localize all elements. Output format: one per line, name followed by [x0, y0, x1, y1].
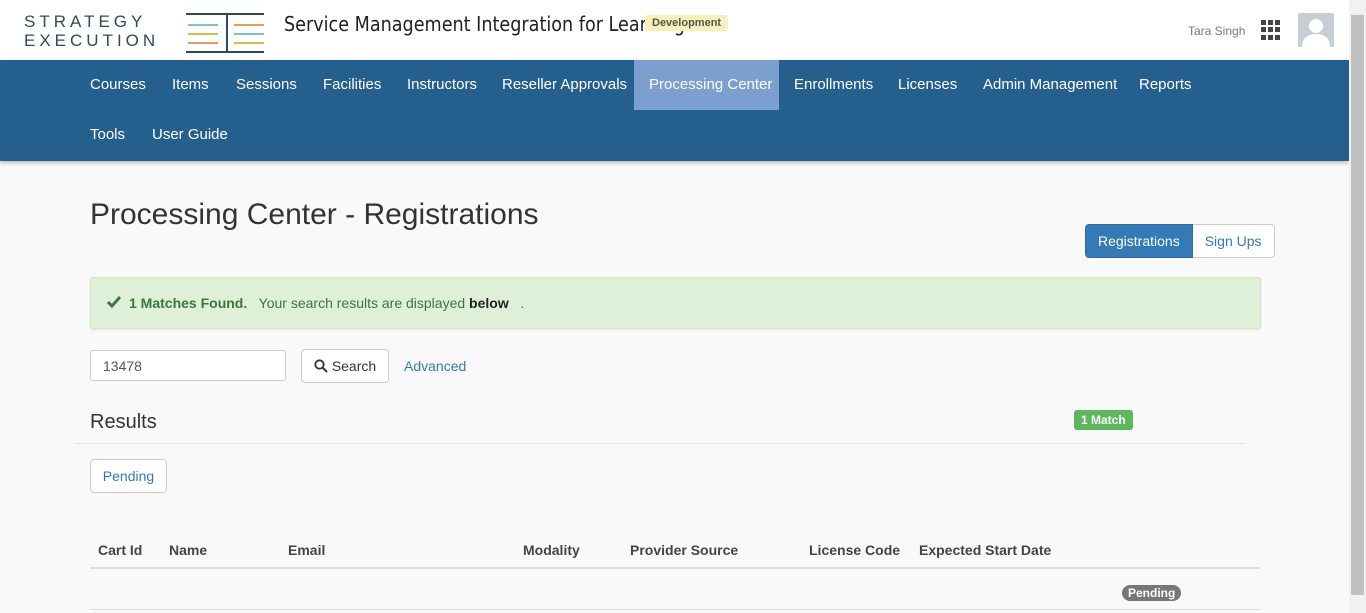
nav-admin-management[interactable]: Admin Management — [968, 60, 1132, 110]
nav-tools[interactable]: Tools — [75, 110, 140, 160]
logo-line-1: STRATEGY — [24, 12, 147, 31]
user-silhouette-icon — [1302, 19, 1330, 47]
checkmark-icon — [106, 295, 122, 311]
nav-courses[interactable]: Courses — [75, 60, 161, 110]
status-badge: Pending — [1122, 585, 1182, 601]
column-header-expected-start-date[interactable]: Expected Start Date — [919, 542, 1051, 558]
nav-reseller-approvals[interactable]: Reseller Approvals — [487, 60, 642, 110]
alert-suffix: . — [520, 295, 525, 311]
avatar[interactable] — [1298, 13, 1334, 47]
table-header-border — [90, 567, 1260, 569]
nav-processing-center[interactable]: Processing Center — [634, 60, 779, 110]
top-header: STRATEGY EXECUTION Service Management In… — [0, 0, 1349, 60]
table-row-border — [90, 609, 1260, 610]
search-button[interactable]: Search — [301, 349, 389, 383]
company-logo[interactable]: STRATEGY EXECUTION — [24, 12, 159, 50]
view-toggle: Registrations Sign Ups — [1085, 224, 1275, 258]
nav-facilities[interactable]: Facilities — [308, 60, 396, 110]
logo-line-2: EXECUTION — [24, 31, 160, 50]
environment-badge: Development — [645, 15, 729, 31]
column-header-license-code[interactable]: License Code — [809, 542, 900, 558]
nav-items[interactable]: Items — [157, 60, 224, 110]
success-alert: 1 Matches Found. Your search results are… — [90, 277, 1261, 329]
scrollbar-thumb[interactable] — [1351, 15, 1364, 595]
search-button-label: Search — [331, 358, 377, 374]
advanced-search-link[interactable]: Advanced — [404, 358, 466, 374]
nav-reports[interactable]: Reports — [1124, 60, 1207, 110]
column-header-provider-source[interactable]: Provider Source — [630, 542, 738, 558]
alert-strong-text: 1 Matches Found. — [129, 295, 248, 311]
match-count-badge: 1 Match — [1074, 410, 1133, 430]
app-title: Service Management Integration for Learn… — [284, 12, 685, 36]
page-title: Processing Center - Registrations — [90, 198, 539, 231]
logo-mark-icon — [186, 13, 264, 53]
nav-licenses[interactable]: Licenses — [883, 60, 972, 110]
nav-instructors[interactable]: Instructors — [392, 60, 492, 110]
registrations-toggle-button[interactable]: Registrations — [1085, 224, 1193, 258]
search-icon — [314, 359, 328, 373]
search-input[interactable] — [90, 350, 286, 381]
pending-filter-button[interactable]: Pending — [90, 459, 167, 493]
alert-emphasis: below — [469, 295, 509, 311]
column-header-modality[interactable]: Modality — [523, 542, 580, 558]
column-header-email[interactable]: Email — [288, 542, 325, 558]
nav-enrollments[interactable]: Enrollments — [779, 60, 888, 110]
user-name[interactable]: Tara Singh — [1188, 24, 1245, 38]
vertical-scrollbar[interactable] — [1349, 0, 1366, 613]
column-header-name[interactable]: Name — [169, 542, 207, 558]
nav-sessions[interactable]: Sessions — [221, 60, 312, 110]
apps-grid-icon[interactable] — [1261, 20, 1281, 40]
alert-text: Your search results are displayed — [258, 295, 466, 311]
signups-toggle-button[interactable]: Sign Ups — [1192, 224, 1275, 258]
results-heading: Results — [90, 411, 157, 433]
main-navbar: Courses Items Sessions Facilities Instru… — [0, 60, 1349, 161]
column-header-cart-id[interactable]: Cart Id — [98, 542, 142, 558]
nav-user-guide[interactable]: User Guide — [137, 110, 243, 160]
results-divider — [75, 443, 1245, 444]
